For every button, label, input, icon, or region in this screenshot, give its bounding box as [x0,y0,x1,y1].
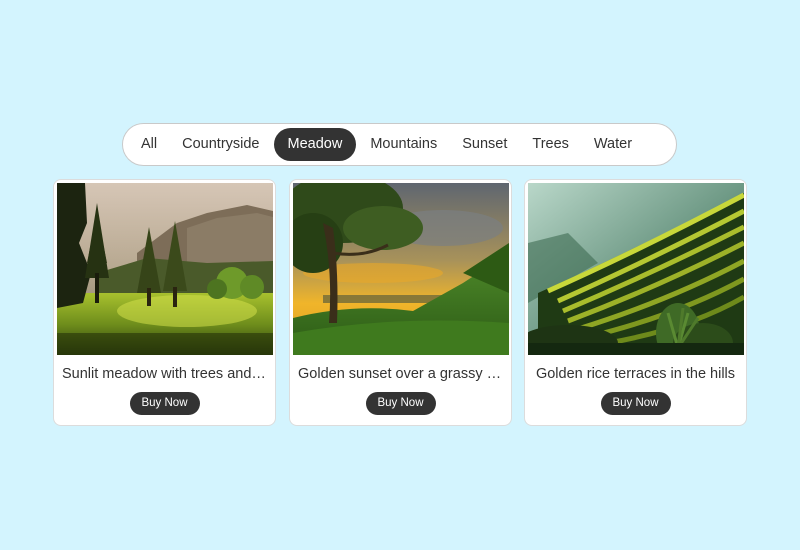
buy-now-button[interactable]: Buy Now [129,392,200,415]
filter-countryside[interactable]: Countryside [171,128,270,161]
product-caption: Sunlit meadow with trees and a mountain … [62,366,267,382]
buy-now-button[interactable]: Buy Now [365,392,436,415]
filter-sunset[interactable]: Sunset [451,128,518,161]
filter-all[interactable]: All [130,128,168,161]
product-caption: Golden sunset over a grassy hillside [298,366,503,382]
filter-mountains[interactable]: Mountains [359,128,448,161]
product-card: Golden sunset over a grassy hillside Buy… [289,179,512,426]
category-filter-bar: All Countryside Meadow Mountains Sunset … [122,123,677,166]
product-caption: Golden rice terraces in the hills [535,366,736,382]
filter-meadow[interactable]: Meadow [273,128,357,161]
filter-trees[interactable]: Trees [521,128,580,161]
rice-terraces-photo[interactable] [528,183,744,355]
buy-now-button[interactable]: Buy Now [600,392,671,415]
sunlit-meadow-photo[interactable] [57,183,273,355]
product-card: Sunlit meadow with trees and a mountain … [53,179,276,426]
product-card: Golden rice terraces in the hills Buy No… [524,179,747,426]
golden-sunset-photo[interactable] [293,183,509,355]
filter-water[interactable]: Water [583,128,643,161]
